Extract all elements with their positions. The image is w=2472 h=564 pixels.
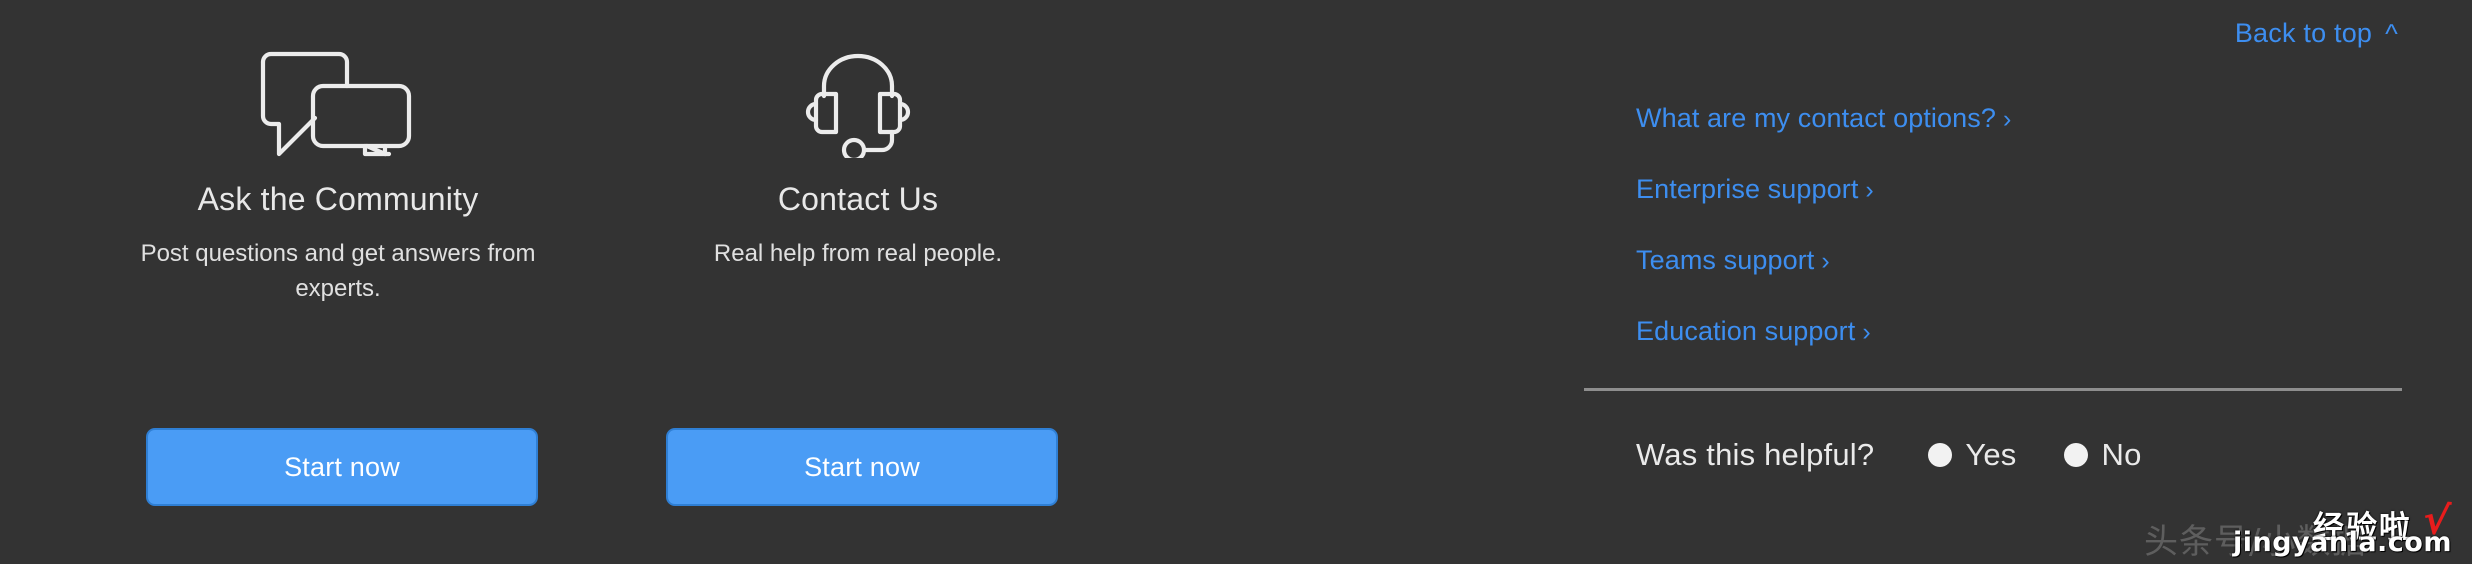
chevron-right-icon: › <box>1862 318 1871 346</box>
radio-icon[interactable] <box>1928 443 1953 467</box>
feedback-question: Was this helpful? <box>1636 437 1875 472</box>
card-title: Ask the Community <box>197 181 479 217</box>
start-now-button-community[interactable]: Start now <box>148 430 536 504</box>
support-link-label: Education support <box>1636 316 1856 346</box>
support-link-contact-options[interactable]: What are my contact options? › <box>1636 105 2011 132</box>
card-description: Post questions and get answers from expe… <box>140 240 536 302</box>
support-link-teams-support[interactable]: Teams support › <box>1636 247 2011 274</box>
support-link-education-support[interactable]: Education support › <box>1636 318 2011 345</box>
headset-icon <box>798 50 918 158</box>
feedback-option-label: Yes <box>1965 437 2017 472</box>
chevron-right-icon: › <box>2002 105 2012 133</box>
check-mark-icon: √ <box>2420 496 2453 546</box>
support-link-enterprise-support[interactable]: Enterprise support › <box>1636 176 2011 203</box>
start-now-button-contact[interactable]: Start now <box>668 430 1056 504</box>
feedback-option-yes[interactable]: Yes <box>1928 437 2016 473</box>
feedback-option-label: No <box>2101 437 2142 472</box>
support-link-label: Teams support <box>1636 245 1815 275</box>
support-footer-panel: Back to top ^ Ask the Community Post que… <box>0 0 2472 564</box>
feedback-option-no[interactable]: No <box>2064 437 2141 473</box>
card-ask-the-community: Ask the Community Post questions and get… <box>93 50 583 504</box>
support-link-label: Enterprise support <box>1636 174 1859 204</box>
chevron-right-icon: › <box>1865 176 1874 204</box>
card-title: Contact Us <box>777 181 939 217</box>
section-divider <box>1584 388 2402 391</box>
chat-bubbles-icon <box>253 50 423 158</box>
support-links-list: What are my contact options? › Enterpris… <box>1636 105 2011 389</box>
card-description: Real help from real people. <box>713 240 1003 267</box>
radio-icon[interactable] <box>2064 443 2089 467</box>
feedback-section: Was this helpful? Yes No <box>1636 437 2190 473</box>
card-contact-us: Contact Us Real help from real people. S… <box>613 50 1103 504</box>
chevron-right-icon: › <box>1821 247 1830 275</box>
support-link-label: What are my contact options? <box>1636 103 1996 133</box>
support-links-column: What are my contact options? › Enterpris… <box>1584 0 2402 564</box>
